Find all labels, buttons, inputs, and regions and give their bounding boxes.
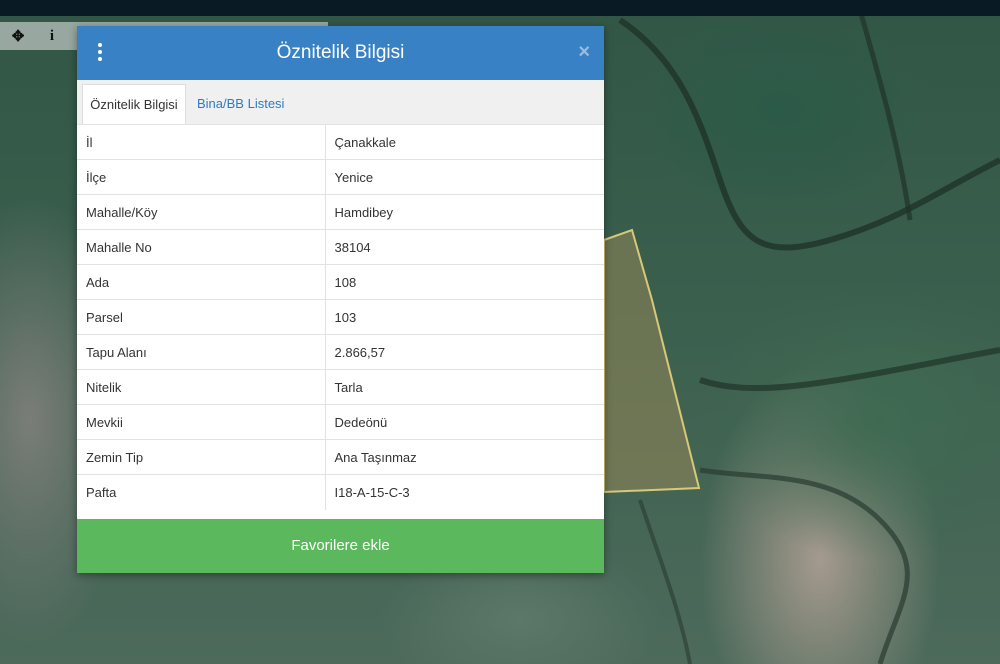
attribute-key: Tapu Alanı — [77, 334, 326, 370]
attribute-key: Mahalle/Köy — [77, 194, 326, 230]
attribute-value: 108 — [325, 264, 604, 300]
tab-attribute-info[interactable]: Öznitelik Bilgisi — [82, 84, 186, 125]
dialog-header: Öznitelik Bilgisi × — [77, 26, 604, 80]
attribute-key: Parsel — [77, 299, 326, 335]
attribute-value: 2.866,57 — [325, 334, 604, 370]
tab-building-list[interactable]: Bina/BB Listesi — [197, 84, 284, 124]
table-row: Nitelik Tarla — [77, 369, 604, 405]
parcel-polygon[interactable] — [603, 228, 701, 494]
attribute-value: Çanakkale — [325, 124, 604, 160]
table-row: Ada 108 — [77, 264, 604, 300]
table-row: İl Çanakkale — [77, 124, 604, 160]
top-bar — [0, 0, 1000, 16]
attribute-value: 38104 — [325, 229, 604, 265]
attribute-value: Tarla — [325, 369, 604, 405]
move-arrows-icon[interactable]: ✥ — [6, 24, 30, 48]
attribute-key: İlçe — [77, 159, 326, 195]
info-icon[interactable]: i — [40, 24, 64, 48]
attribute-value: 103 — [325, 299, 604, 335]
table-row: Pafta I18-A-15-C-3 — [77, 474, 604, 510]
attribute-table: İl Çanakkale İlçe Yenice Mahalle/Köy Hamdibey… — [77, 124, 604, 510]
attribute-info-dialog: Öznitelik Bilgisi × Öznitelik Bilgisi Bi… — [77, 26, 604, 573]
attribute-value: Dedeönü — [325, 404, 604, 440]
dialog-title: Öznitelik Bilgisi — [276, 42, 405, 63]
attribute-value: I18-A-15-C-3 — [325, 474, 604, 510]
add-to-favorites-button[interactable]: Favorilere ekle — [77, 519, 604, 573]
dialog-tabs: Öznitelik Bilgisi Bina/BB Listesi — [77, 80, 604, 125]
close-icon[interactable]: × — [578, 40, 590, 64]
attribute-key: İl — [77, 124, 326, 160]
attribute-key: Mevkii — [77, 404, 326, 440]
attribute-value: Yenice — [325, 159, 604, 195]
table-row: Mevkii Dedeönü — [77, 404, 604, 440]
table-row: Mahalle/Köy Hamdibey — [77, 194, 604, 230]
attribute-key: Mahalle No — [77, 229, 326, 265]
table-row: Mahalle No 38104 — [77, 229, 604, 265]
attribute-key: Nitelik — [77, 369, 326, 405]
table-row: Parsel 103 — [77, 299, 604, 335]
attribute-value: Hamdibey — [325, 194, 604, 230]
table-row: Tapu Alanı 2.866,57 — [77, 334, 604, 370]
attribute-value: Ana Taşınmaz — [325, 439, 604, 475]
attribute-key: Pafta — [77, 474, 326, 510]
table-row: İlçe Yenice — [77, 159, 604, 195]
attribute-key: Ada — [77, 264, 326, 300]
table-row: Zemin Tip Ana Taşınmaz — [77, 439, 604, 475]
attribute-key: Zemin Tip — [77, 439, 326, 475]
